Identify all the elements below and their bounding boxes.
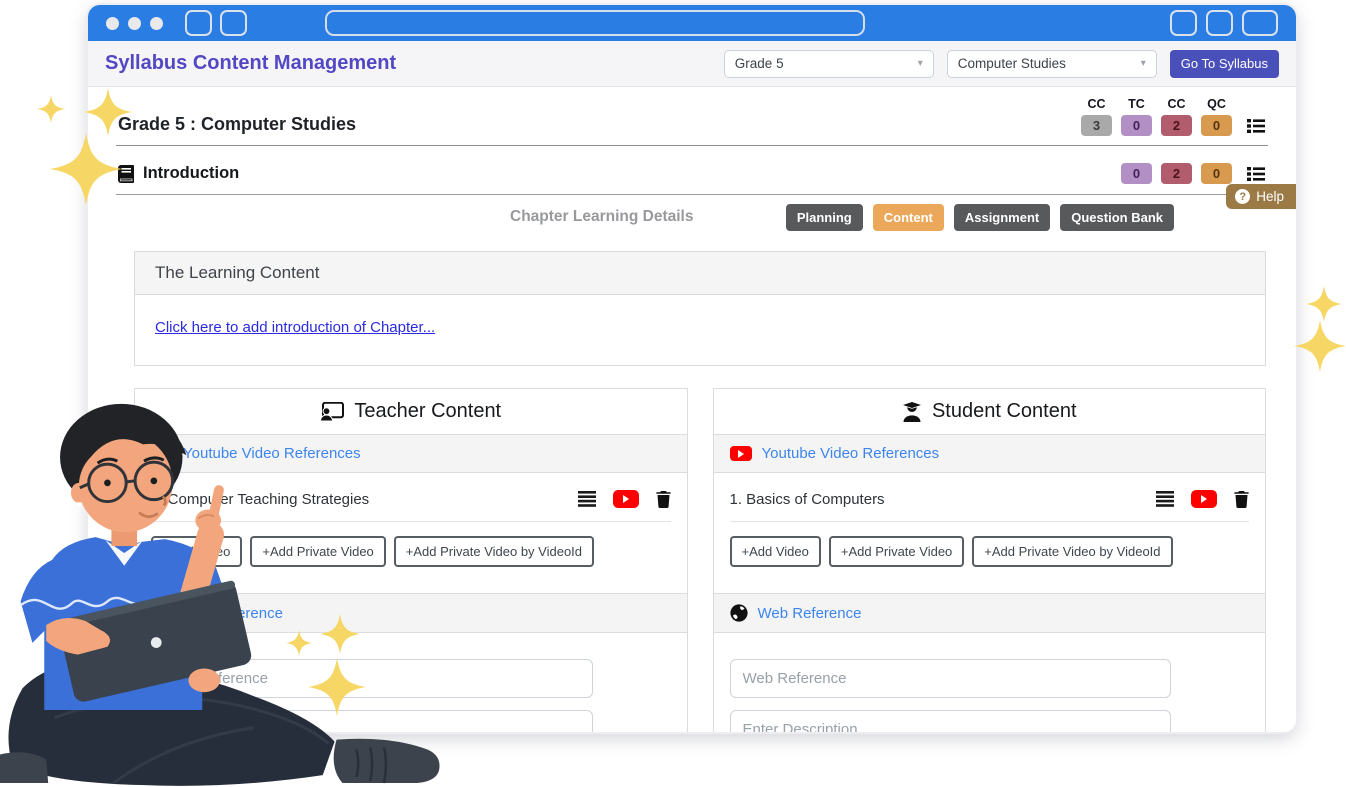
window-control-button bbox=[1206, 10, 1233, 36]
chapter-title: Introduction bbox=[118, 164, 239, 183]
count-badge: 0 bbox=[1121, 115, 1152, 136]
user-graduate-icon bbox=[902, 401, 922, 422]
chapter-counts: 0 2 0 bbox=[1121, 163, 1266, 184]
count-badge: 0 bbox=[1201, 115, 1232, 136]
count-column: TC 0 bbox=[1121, 97, 1152, 136]
browser-tab-buttons bbox=[185, 10, 247, 36]
count-badge: 0 bbox=[1121, 163, 1152, 184]
learning-content-header: The Learning Content bbox=[135, 252, 1265, 295]
overview-counts: CC 3 TC 0 CC 2 QC 0 bbox=[1081, 97, 1266, 136]
trash-icon[interactable] bbox=[655, 490, 671, 508]
window-control-button bbox=[1242, 10, 1278, 36]
list-icon[interactable] bbox=[1246, 116, 1266, 136]
browser-tab-button bbox=[185, 10, 212, 36]
chevron-down-icon: ▾ bbox=[917, 58, 923, 69]
question-circle-icon: ? bbox=[1235, 189, 1251, 204]
window-controls bbox=[1170, 10, 1278, 36]
sparkle-icon bbox=[320, 614, 360, 654]
teacher-video-actions bbox=[577, 490, 671, 508]
student-web-reference-input[interactable] bbox=[729, 659, 1171, 698]
count-label: QC bbox=[1207, 97, 1226, 111]
align-justify-icon[interactable] bbox=[1156, 491, 1174, 507]
tab-content[interactable]: Content bbox=[872, 203, 944, 231]
student-video-item: 1. Basics of Computers +Add Video +Add P… bbox=[714, 473, 1266, 593]
sparkle-icon bbox=[286, 630, 312, 656]
traffic-light-dot bbox=[128, 16, 141, 30]
sparkle-icon bbox=[1306, 286, 1342, 322]
align-justify-icon[interactable] bbox=[577, 491, 596, 507]
tab-planning[interactable]: Planning bbox=[785, 203, 863, 231]
student-description-input[interactable] bbox=[729, 710, 1171, 732]
chapter-row: Introduction 0 2 0 bbox=[116, 146, 1268, 195]
learning-content-card: The Learning Content Click here to add i… bbox=[134, 251, 1266, 366]
sparkle-icon bbox=[1294, 320, 1346, 372]
chevron-down-icon: ▾ bbox=[1140, 58, 1146, 69]
count-column: QC 0 bbox=[1201, 97, 1232, 136]
grade-overview-row: Grade 5 : Computer Studies CC 3 TC 0 CC … bbox=[116, 91, 1268, 146]
list-icon[interactable] bbox=[1246, 164, 1266, 184]
grade-select[interactable]: Grade 5 ▾ bbox=[723, 49, 934, 78]
tabs-row: Chapter Learning Details Planning Conten… bbox=[116, 195, 1268, 239]
grade-subject-heading: Grade 5 : Computer Studies bbox=[118, 114, 357, 134]
student-video-title: 1. Basics of Computers bbox=[729, 490, 885, 508]
youtube-play-icon[interactable] bbox=[1191, 490, 1217, 508]
help-button[interactable]: ? Help bbox=[1226, 184, 1296, 209]
globe-icon bbox=[729, 604, 748, 622]
tab-group: Planning Content Assignment Question Ban… bbox=[785, 203, 1174, 231]
chapter-title-text: Introduction bbox=[143, 164, 240, 182]
app-header: Syllabus Content Management Grade 5 ▾ Co… bbox=[88, 41, 1296, 87]
go-to-syllabus-button[interactable]: Go To Syllabus bbox=[1169, 49, 1279, 78]
help-button-label: Help bbox=[1256, 189, 1284, 204]
window-control-button bbox=[1170, 10, 1197, 36]
count-column: CC 2 bbox=[1161, 97, 1192, 136]
count-badge: 2 bbox=[1161, 115, 1192, 136]
count-label: CC bbox=[1167, 97, 1186, 111]
count-column: CC 3 bbox=[1081, 97, 1112, 136]
student-content-header: Student Content bbox=[713, 389, 1265, 435]
student-youtube-band: Youtube Video References bbox=[713, 435, 1265, 473]
count-label: CC bbox=[1087, 97, 1106, 111]
add-private-video-by-id-button[interactable]: +Add Private Video by VideoId bbox=[972, 536, 1173, 567]
add-private-video-button[interactable]: +Add Private Video bbox=[828, 536, 965, 567]
student-web-reference-band: Web Reference bbox=[713, 593, 1265, 633]
count-badge: 0 bbox=[1201, 163, 1232, 184]
student-video-actions bbox=[1156, 490, 1249, 508]
add-chapter-intro-link[interactable]: Click here to add introduction of Chapte… bbox=[155, 319, 435, 336]
page-title: Syllabus Content Management bbox=[105, 52, 397, 74]
traffic-light-dot bbox=[106, 16, 119, 30]
count-badge: 2 bbox=[1161, 163, 1192, 184]
sparkle-icon bbox=[50, 133, 122, 205]
tab-assignment[interactable]: Assignment bbox=[953, 203, 1051, 231]
count-badge: 3 bbox=[1081, 115, 1112, 136]
traffic-light-dot bbox=[150, 16, 163, 30]
browser-titlebar bbox=[88, 5, 1296, 41]
address-bar bbox=[325, 10, 865, 36]
subject-select[interactable]: Computer Studies ▾ bbox=[946, 49, 1157, 78]
add-video-button[interactable]: +Add Video bbox=[729, 536, 821, 567]
sparkle-icon bbox=[84, 88, 132, 136]
browser-tab-button bbox=[220, 10, 247, 36]
learning-content-body: Click here to add introduction of Chapte… bbox=[135, 295, 1265, 365]
grade-select-value: Grade 5 bbox=[734, 56, 784, 71]
tabs-caption: Chapter Learning Details bbox=[510, 208, 694, 225]
tab-question-bank[interactable]: Question Bank bbox=[1060, 203, 1174, 231]
youtube-play-icon[interactable] bbox=[612, 490, 639, 508]
student-web-reference-form bbox=[714, 633, 1266, 732]
trash-icon[interactable] bbox=[1234, 490, 1249, 508]
student-youtube-header: Youtube Video References bbox=[761, 445, 940, 462]
student-content-column: Student Content Youtube Video References… bbox=[712, 388, 1266, 732]
student-web-reference-header: Web Reference bbox=[757, 604, 862, 622]
student-add-buttons: +Add Video +Add Private Video +Add Priva… bbox=[729, 536, 1250, 567]
sparkle-icon bbox=[308, 658, 366, 716]
subject-select-value: Computer Studies bbox=[957, 56, 1066, 71]
youtube-icon bbox=[729, 446, 752, 461]
count-label: TC bbox=[1128, 97, 1145, 111]
traffic-lights-icon bbox=[106, 16, 163, 30]
person-illustration bbox=[0, 403, 440, 786]
student-content-title: Student Content bbox=[931, 400, 1077, 422]
sparkle-icon bbox=[37, 95, 65, 123]
